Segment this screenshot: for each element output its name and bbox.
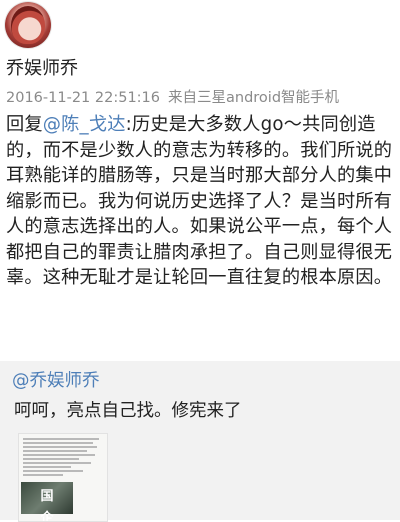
post-meta: 2016-11-21 22:51:16 来自三星android智能手机 — [6, 89, 339, 107]
post-source: 来自三星android智能手机 — [168, 90, 340, 106]
reply-prefix: 回复 — [6, 114, 43, 135]
retweet-card[interactable]: @乔娱师乔 呵呵，亮点自己找。修宪来了 国企 — [0, 361, 400, 522]
post-content: 回复@陈_戈达:历史是大多数人go～共同创造的，而不是少数人的意志为转移的。我们… — [6, 112, 396, 291]
retweet-image-thumbnail[interactable]: 国企 — [18, 433, 108, 522]
username[interactable]: 乔娱师乔 — [6, 58, 78, 80]
thumbnail-caption: 国企 — [40, 489, 54, 522]
thumbnail-text-lines — [23, 438, 103, 478]
retweet-mention-link[interactable]: @乔娱师乔 — [12, 370, 100, 392]
retweet-text: 呵呵，亮点自己找。修宪来了 — [14, 401, 242, 421]
reply-mention-link[interactable]: @陈_戈达 — [43, 114, 126, 135]
post-timestamp: 2016-11-21 22:51:16 — [6, 90, 160, 106]
post-body: :历史是大多数人go～共同创造的，而不是少数人的意志为转移的。我们所说的耳熟能详… — [6, 114, 393, 288]
avatar[interactable] — [5, 2, 51, 48]
avatar-image — [11, 6, 45, 44]
